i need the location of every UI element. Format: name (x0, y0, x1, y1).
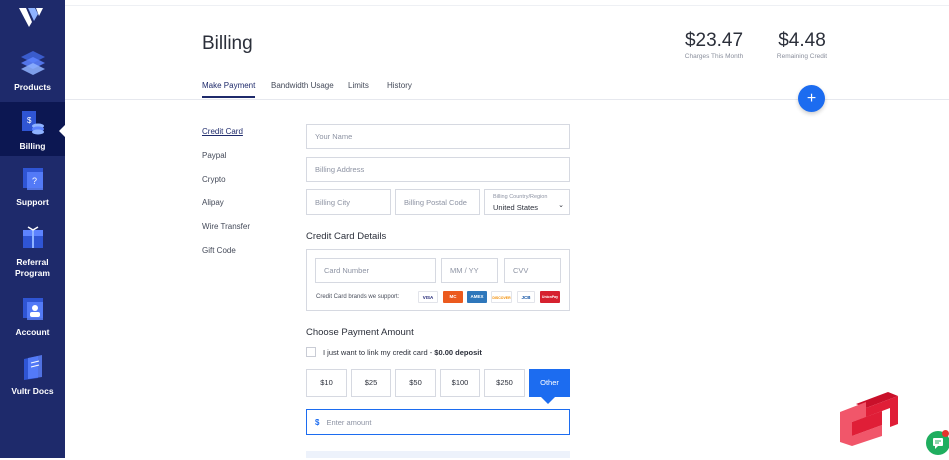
unionpay-icon: UnionPay (540, 291, 560, 303)
sidebar-item-label: Program (15, 268, 50, 278)
name-placeholder: Your Name (315, 132, 353, 141)
submit-area (306, 451, 570, 458)
city-placeholder: Billing City (315, 197, 351, 207)
cvv-placeholder: CVV (513, 266, 529, 275)
amount-other-button[interactable]: Other (529, 369, 570, 397)
sidebar-item-label: Support (16, 197, 49, 207)
card-number-input[interactable]: Card Number (315, 258, 436, 283)
sidebar-item-billing[interactable]: $ Billing (0, 102, 65, 156)
link-card-deposit: $0.00 deposit (434, 348, 482, 357)
tab-make-payment[interactable]: Make Payment (202, 81, 256, 98)
amount-50-button[interactable]: $50 (395, 369, 436, 397)
sidebar-item-account[interactable]: Account (0, 294, 65, 344)
dollar-sign: $ (315, 417, 320, 427)
referral-icon (22, 226, 43, 248)
amex-icon: AMEX (467, 291, 487, 303)
vultr-logo-icon[interactable] (18, 5, 44, 29)
postal-code-input[interactable]: Billing Postal Code (395, 189, 480, 215)
chevron-down-icon: ⌄ (558, 202, 564, 209)
payment-amount-title: Choose Payment Amount (306, 327, 414, 338)
amount-100-button[interactable]: $100 (440, 369, 480, 397)
link-card-checkbox[interactable] (306, 347, 316, 357)
sidebar: Products $ Billing ? Support Referral Pr… (0, 0, 65, 458)
card-details-title: Credit Card Details (306, 231, 387, 242)
link-card-label: I just want to link my credit card - $0.… (323, 348, 482, 357)
link-card-text: I just want to link my credit card - (323, 348, 435, 357)
charges-label: Charges This Month (684, 53, 744, 60)
card-number-placeholder: Card Number (324, 266, 370, 275)
sidebar-item-referral[interactable]: Referral Program (0, 224, 65, 282)
notification-dot (942, 430, 949, 437)
svg-text:$: $ (27, 116, 32, 125)
tab-limits[interactable]: Limits (348, 81, 369, 96)
credit-label: Remaining Credit (776, 53, 828, 60)
amount-placeholder: Enter amount (326, 417, 372, 427)
mastercard-icon: MC (443, 291, 463, 303)
method-alipay[interactable]: Alipay (202, 198, 224, 207)
top-divider (65, 5, 949, 6)
discover-icon: DISCOVER (491, 291, 512, 303)
country-select[interactable]: Billing Country/Region United States ⌄ (484, 189, 570, 215)
method-paypal[interactable]: Paypal (202, 151, 226, 160)
sidebar-item-label: Products (14, 82, 51, 92)
sidebar-item-label: Billing (19, 141, 46, 151)
watermark-logo (840, 392, 898, 446)
sidebar-item-docs[interactable]: Vultr Docs (0, 353, 65, 403)
name-input[interactable]: Your Name (306, 124, 570, 149)
tab-history[interactable]: History (387, 81, 412, 96)
sidebar-item-label: Referral (16, 257, 49, 267)
add-button[interactable]: + (798, 85, 825, 112)
visa-icon: VISA (418, 291, 438, 303)
method-crypto[interactable]: Crypto (202, 175, 226, 184)
brands-label: Credit Card brands we support: (316, 294, 400, 300)
method-wire-transfer[interactable]: Wire Transfer (202, 222, 250, 231)
page-title: Billing (202, 33, 253, 54)
support-icon: ? (22, 168, 43, 190)
tab-bandwidth-usage[interactable]: Bandwidth Usage (271, 81, 334, 96)
sidebar-item-label: Vultr Docs (11, 386, 54, 396)
jcb-icon: JCB (517, 291, 535, 303)
charges-stat: $23.47 Charges This Month (680, 30, 748, 60)
method-credit-card[interactable]: Credit Card (202, 127, 243, 136)
products-icon (20, 51, 45, 75)
sidebar-item-products[interactable]: Products (0, 46, 65, 98)
method-gift-code[interactable]: Gift Code (202, 246, 236, 255)
account-icon (22, 298, 43, 320)
address-input[interactable]: Billing Address (306, 157, 570, 182)
city-input[interactable]: Billing City (306, 189, 391, 215)
country-label: Billing Country/Region (493, 194, 548, 200)
expiry-input[interactable]: MM / YY (441, 258, 498, 283)
sidebar-item-support[interactable]: ? Support (0, 164, 65, 214)
credit-value: $4.48 (778, 30, 826, 51)
svg-text:?: ? (32, 176, 37, 186)
custom-amount-input[interactable]: $ Enter amount (306, 409, 570, 435)
credit-stat: $4.48 Remaining Credit (770, 30, 834, 60)
amount-25-button[interactable]: $25 (351, 369, 391, 397)
amount-10-button[interactable]: $10 (306, 369, 347, 397)
expiry-placeholder: MM / YY (450, 266, 479, 275)
billing-icon: $ (21, 111, 44, 135)
selected-caret (541, 397, 555, 404)
postal-placeholder: Billing Postal Code (404, 197, 467, 207)
cvv-input[interactable]: CVV (504, 258, 561, 283)
docs-icon (23, 355, 42, 380)
charges-value: $23.47 (684, 30, 744, 51)
sidebar-item-label: Account (15, 327, 50, 337)
amount-250-button[interactable]: $250 (484, 369, 525, 397)
address-placeholder: Billing Address (315, 165, 365, 174)
country-value: United States (493, 203, 539, 212)
